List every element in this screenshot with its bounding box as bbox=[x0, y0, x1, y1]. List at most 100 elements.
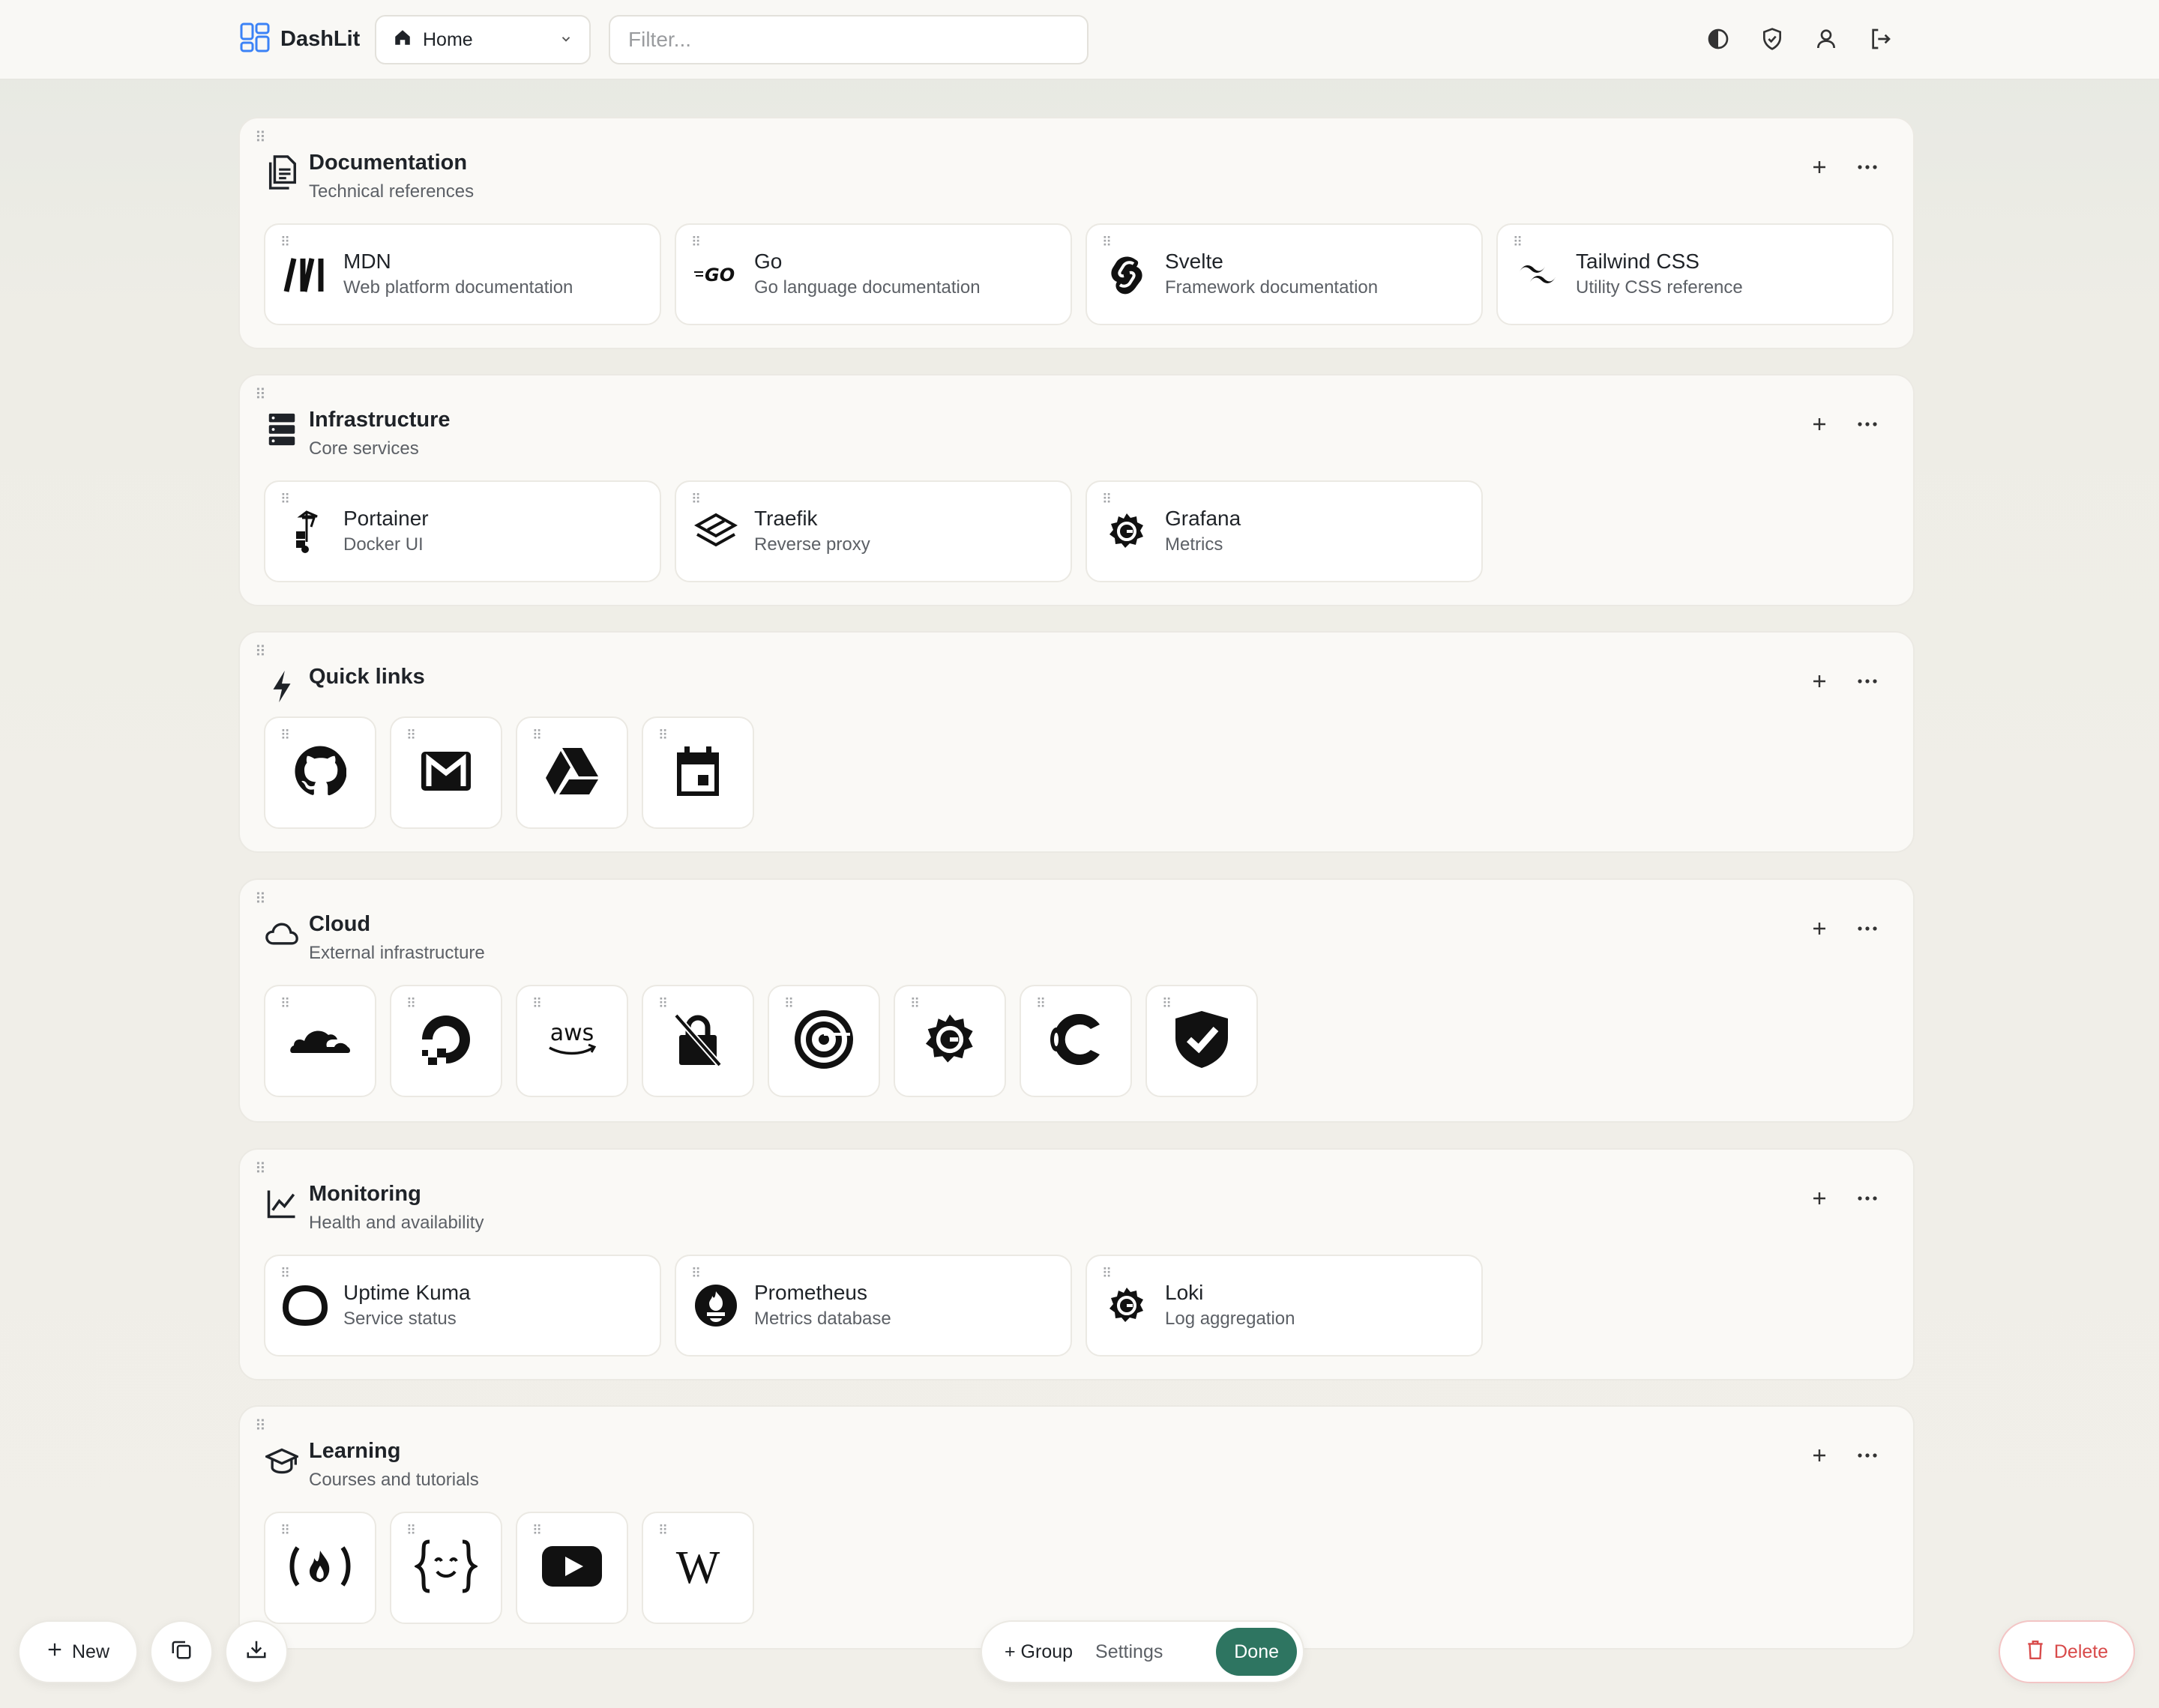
drag-handle-icon[interactable]: ⠿ bbox=[255, 645, 266, 660]
drag-handle-icon[interactable]: ⠿ bbox=[691, 1267, 701, 1280]
more-options-icon[interactable] bbox=[1852, 408, 1883, 440]
drag-handle-icon[interactable]: ⠿ bbox=[1036, 997, 1046, 1010]
link-tile-freecodecamp[interactable]: ⠿ bbox=[264, 1512, 376, 1624]
drag-handle-icon[interactable]: ⠿ bbox=[255, 1419, 266, 1434]
shield-icon[interactable] bbox=[1756, 22, 1789, 55]
add-item-button[interactable] bbox=[1804, 913, 1835, 944]
duplicate-button[interactable] bbox=[150, 1620, 213, 1683]
link-card-prometheus[interactable]: ⠿ Prometheus Metrics database bbox=[675, 1255, 1072, 1357]
add-item-button[interactable] bbox=[1804, 408, 1835, 440]
filter-input[interactable] bbox=[609, 15, 1088, 64]
wikipedia-icon: W bbox=[675, 1542, 720, 1593]
app-logo[interactable]: DashLit bbox=[240, 22, 360, 56]
link-tile-lock[interactable]: ⠿ bbox=[642, 985, 754, 1097]
done-button[interactable]: Done bbox=[1216, 1628, 1297, 1676]
drag-handle-icon[interactable]: ⠿ bbox=[280, 492, 290, 506]
link-card-svelte[interactable]: ⠿ Svelte Framework documentation bbox=[1085, 223, 1483, 325]
link-card-uptime-kuma[interactable]: ⠿ Uptime Kuma Service status bbox=[264, 1255, 661, 1357]
drag-handle-icon[interactable]: ⠿ bbox=[658, 997, 668, 1010]
drag-handle-icon[interactable]: ⠿ bbox=[280, 1524, 290, 1537]
link-tile-c-logo[interactable]: ⠿ bbox=[1020, 985, 1132, 1097]
more-options-icon[interactable] bbox=[1852, 666, 1883, 697]
link-tile-google-drive[interactable]: ⠿ bbox=[516, 716, 628, 829]
drag-handle-icon[interactable]: ⠿ bbox=[910, 997, 920, 1010]
drag-handle-icon[interactable]: ⠿ bbox=[255, 387, 266, 402]
group-title: Documentation bbox=[309, 151, 468, 175]
delete-button[interactable]: Delete bbox=[1999, 1620, 2135, 1683]
drag-handle-icon[interactable]: ⠿ bbox=[1102, 492, 1112, 506]
page-select[interactable]: Home bbox=[375, 15, 591, 64]
drag-handle-icon[interactable]: ⠿ bbox=[406, 1524, 416, 1537]
group-quick-links: ⠿ Quick links ⠿ ⠿ ⠿ ⠿ bbox=[238, 631, 1915, 853]
drag-handle-icon[interactable]: ⠿ bbox=[280, 997, 290, 1010]
grafana-icon bbox=[1103, 1282, 1150, 1329]
link-card-tailwind[interactable]: ⠿ Tailwind CSS Utility CSS reference bbox=[1496, 223, 1894, 325]
add-item-button[interactable] bbox=[1804, 151, 1835, 183]
drag-handle-icon[interactable]: ⠿ bbox=[280, 1267, 290, 1280]
card-title: Prometheus bbox=[754, 1281, 867, 1304]
drag-handle-icon[interactable]: ⠿ bbox=[255, 130, 266, 145]
more-options-icon[interactable] bbox=[1852, 913, 1883, 944]
uptime-kuma-icon bbox=[282, 1282, 328, 1329]
drag-handle-icon[interactable]: ⠿ bbox=[691, 492, 701, 506]
drag-handle-icon[interactable]: ⠿ bbox=[784, 997, 794, 1010]
more-options-icon[interactable] bbox=[1852, 151, 1883, 183]
link-tile-wikipedia[interactable]: ⠿ W bbox=[642, 1512, 754, 1624]
drag-handle-icon[interactable]: ⠿ bbox=[406, 728, 416, 742]
drag-handle-icon[interactable]: ⠿ bbox=[255, 892, 266, 907]
add-item-button[interactable] bbox=[1804, 666, 1835, 697]
drag-handle-icon[interactable]: ⠿ bbox=[691, 235, 701, 249]
link-tile-shield-check[interactable]: ⠿ bbox=[1145, 985, 1258, 1097]
link-card-go[interactable]: ⠿ GO Go Go language documentation bbox=[675, 223, 1072, 325]
logout-icon[interactable] bbox=[1864, 22, 1897, 55]
group-learning: ⠿ Learning Courses and tutorials ⠿ ⠿ ⠿ ⠿… bbox=[238, 1405, 1915, 1650]
drag-handle-icon[interactable]: ⠿ bbox=[658, 1524, 668, 1537]
more-options-icon[interactable] bbox=[1852, 1440, 1883, 1471]
drag-handle-icon[interactable]: ⠿ bbox=[532, 1524, 542, 1537]
drag-handle-icon[interactable]: ⠿ bbox=[280, 235, 290, 249]
drag-handle-icon[interactable]: ⠿ bbox=[1162, 997, 1172, 1010]
new-button[interactable]: New bbox=[18, 1620, 138, 1683]
drag-handle-icon[interactable]: ⠿ bbox=[532, 997, 542, 1010]
svelte-icon bbox=[1103, 251, 1150, 298]
link-tile-youtube[interactable]: ⠿ bbox=[516, 1512, 628, 1624]
prometheus-icon bbox=[693, 1282, 739, 1329]
drag-handle-icon[interactable]: ⠿ bbox=[1102, 235, 1112, 249]
link-card-grafana[interactable]: ⠿ Grafana Metrics bbox=[1085, 480, 1483, 582]
link-tile-braces[interactable]: ⠿ bbox=[390, 1512, 502, 1624]
link-tile-gmail[interactable]: ⠿ bbox=[390, 716, 502, 829]
group-subtitle: Health and availability bbox=[309, 1213, 484, 1233]
link-tile-github[interactable]: ⠿ bbox=[264, 716, 376, 829]
link-card-portainer[interactable]: ⠿ Portainer Docker UI bbox=[264, 480, 661, 582]
link-tile-aws[interactable]: ⠿ aws bbox=[516, 985, 628, 1097]
mdn-icon bbox=[282, 251, 328, 298]
drag-handle-icon[interactable]: ⠿ bbox=[1513, 235, 1523, 249]
more-options-icon[interactable] bbox=[1852, 1183, 1883, 1214]
digitalocean-icon bbox=[416, 1010, 476, 1073]
drag-handle-icon[interactable]: ⠿ bbox=[406, 997, 416, 1010]
link-tile-cloudflare[interactable]: ⠿ bbox=[264, 985, 376, 1097]
drag-handle-icon[interactable]: ⠿ bbox=[1102, 1267, 1112, 1280]
link-tile-calendar[interactable]: ⠿ bbox=[642, 716, 754, 829]
spiral-icon bbox=[793, 1009, 855, 1074]
user-icon[interactable] bbox=[1810, 22, 1843, 55]
link-card-loki[interactable]: ⠿ Loki Log aggregation bbox=[1085, 1255, 1483, 1357]
add-item-button[interactable] bbox=[1804, 1183, 1835, 1214]
drag-handle-icon[interactable]: ⠿ bbox=[532, 728, 542, 742]
link-tile-grafana[interactable]: ⠿ bbox=[894, 985, 1006, 1097]
link-tile-digitalocean[interactable]: ⠿ bbox=[390, 985, 502, 1097]
add-group-button[interactable]: + Group bbox=[1005, 1641, 1073, 1663]
drag-handle-icon[interactable]: ⠿ bbox=[658, 728, 668, 742]
shield-check-icon bbox=[1172, 1010, 1231, 1073]
download-button[interactable] bbox=[225, 1620, 288, 1683]
grafana-icon bbox=[1103, 508, 1150, 555]
drag-handle-icon[interactable]: ⠿ bbox=[280, 728, 290, 742]
settings-button[interactable]: Settings bbox=[1095, 1641, 1163, 1663]
aws-text: aws bbox=[550, 1021, 594, 1046]
link-card-traefik[interactable]: ⠿ Traefik Reverse proxy bbox=[675, 480, 1072, 582]
link-card-mdn[interactable]: ⠿ MDN Web platform documentation bbox=[264, 223, 661, 325]
link-tile-spiral[interactable]: ⠿ bbox=[768, 985, 880, 1097]
add-item-button[interactable] bbox=[1804, 1440, 1835, 1471]
theme-toggle-icon[interactable] bbox=[1702, 22, 1735, 55]
drag-handle-icon[interactable]: ⠿ bbox=[255, 1162, 266, 1177]
